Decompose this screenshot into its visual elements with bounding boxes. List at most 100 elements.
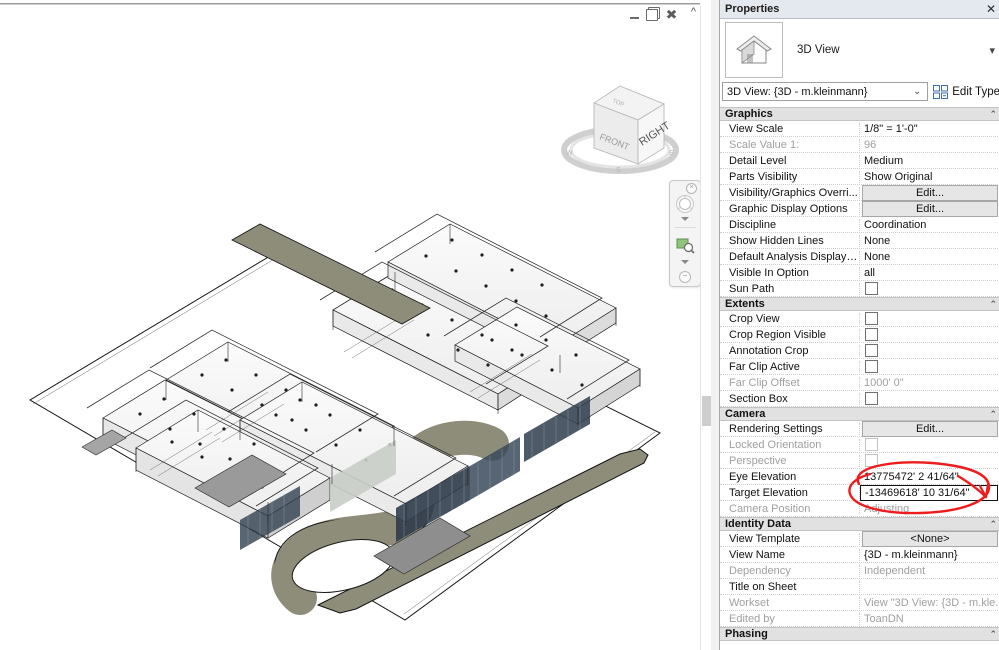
section-header-extents[interactable]: Extents ⌃ <box>720 297 999 311</box>
property-value[interactable]: None <box>860 251 999 263</box>
section-header-graphics[interactable]: Graphics ⌃ <box>720 107 999 121</box>
property-edit-button[interactable]: <None> <box>862 530 998 547</box>
property-value[interactable]: 1/8" = 1'-0" <box>860 123 999 135</box>
property-value[interactable]: -13469618' 10 31/64" <box>860 484 998 501</box>
property-value[interactable] <box>860 343 999 358</box>
property-value[interactable]: ToanDN <box>860 613 999 625</box>
view-cube[interactable]: W E S FRONT RIGHT TOP <box>552 76 692 186</box>
property-row[interactable]: Visible In Option all <box>720 265 999 281</box>
property-checkbox[interactable] <box>865 327 878 341</box>
mdi-window-buttons[interactable]: ✖ <box>630 8 678 21</box>
navbar-collapse-icon[interactable]: − <box>679 271 691 283</box>
property-row[interactable]: Graphic Display Options Edit... <box>720 200 999 217</box>
zoom-region-icon[interactable] <box>676 237 695 254</box>
restore-icon[interactable] <box>646 8 658 21</box>
property-row[interactable]: Locked Orientation <box>720 437 999 453</box>
property-value[interactable]: None <box>860 235 999 247</box>
property-row[interactable]: Rendering Settings Edit... <box>720 420 999 437</box>
property-value[interactable]: {3D - m.kleinmann} <box>860 549 999 561</box>
property-edit-button[interactable]: Edit... <box>862 200 998 217</box>
edit-type-button[interactable]: Edit Type <box>933 84 999 99</box>
section-header-identity-data[interactable]: Identity Data ⌃ <box>720 517 999 531</box>
panel-close-icon[interactable]: ✕ <box>986 3 996 15</box>
property-row[interactable]: Detail Level Medium <box>720 153 999 169</box>
property-checkbox[interactable] <box>865 359 878 373</box>
property-checkbox[interactable] <box>865 281 878 295</box>
close-icon[interactable]: ✖ <box>664 8 678 21</box>
property-edit-button[interactable]: Edit... <box>862 420 998 437</box>
property-checkbox[interactable] <box>865 343 878 357</box>
property-value[interactable] <box>860 281 999 296</box>
property-value[interactable]: 13775472' 2 41/64" <box>860 471 999 483</box>
property-value[interactable] <box>860 453 999 468</box>
property-row[interactable]: Dependency Independent <box>720 563 999 579</box>
property-row[interactable]: Crop View <box>720 311 999 327</box>
property-value[interactable]: Independent <box>860 565 999 577</box>
property-row[interactable]: Parts Visibility Show Original <box>720 169 999 185</box>
property-value[interactable]: Edit... <box>860 200 999 217</box>
property-grid[interactable]: Graphics ⌃ View Scale 1/8" = 1'-0" Scale Val… <box>720 107 999 650</box>
property-value[interactable] <box>860 391 999 406</box>
property-edit-button[interactable]: Edit... <box>862 184 998 201</box>
steering-wheel-icon[interactable] <box>675 194 695 214</box>
property-value[interactable]: <None> <box>860 530 999 547</box>
property-value[interactable] <box>860 311 999 326</box>
property-row[interactable]: Discipline Coordination <box>720 217 999 233</box>
property-row[interactable]: Show Hidden Lines None <box>720 233 999 249</box>
property-value[interactable]: Edit... <box>860 420 999 437</box>
property-value[interactable]: Adjusting <box>860 503 999 515</box>
property-row[interactable]: Sun Path <box>720 281 999 297</box>
section-collapse-icon[interactable]: ⌃ <box>989 409 997 420</box>
section-collapse-icon[interactable]: ⌃ <box>989 519 997 530</box>
type-selector[interactable]: 3D View: {3D - m.kleinmann} ⌄ <box>722 82 929 101</box>
navigation-bar[interactable]: × − <box>669 180 700 287</box>
type-more-icon[interactable]: ▾ <box>989 44 998 57</box>
property-value[interactable] <box>860 359 999 374</box>
property-row[interactable]: Workset View "3D View: {3D - m.kle... <box>720 595 999 611</box>
property-value[interactable] <box>860 327 999 342</box>
zoom-dropdown-icon[interactable] <box>681 260 689 264</box>
property-row[interactable]: Title on Sheet <box>720 579 999 595</box>
property-value[interactable]: all <box>860 267 999 279</box>
property-checkbox[interactable] <box>865 437 878 451</box>
property-value[interactable] <box>860 437 999 452</box>
section-collapse-icon[interactable]: ⌃ <box>989 109 997 120</box>
property-value[interactable]: Medium <box>860 155 999 167</box>
property-row[interactable]: View Name {3D - m.kleinmann} <box>720 547 999 563</box>
property-row[interactable]: Default Analysis Display S... None <box>720 249 999 265</box>
section-collapse-icon[interactable]: ⌃ <box>989 629 997 640</box>
property-row[interactable]: Target Elevation -13469618' 10 31/64" <box>720 484 999 501</box>
chevron-down-icon[interactable]: ⌄ <box>907 86 927 97</box>
property-row[interactable]: Eye Elevation 13775472' 2 41/64" <box>720 469 999 485</box>
property-value[interactable]: 1000' 0" <box>860 377 999 389</box>
property-value[interactable]: View "3D View: {3D - m.kle... <box>860 597 999 609</box>
scrollbar-thumb[interactable] <box>702 396 711 426</box>
property-row[interactable]: Camera Position Adjusting <box>720 501 999 517</box>
section-header-camera[interactable]: Camera ⌃ <box>720 407 999 421</box>
property-row[interactable]: Perspective <box>720 453 999 469</box>
property-row[interactable]: Scale Value 1: 96 <box>720 137 999 153</box>
chevron-up-icon[interactable]: ^ <box>691 6 696 18</box>
drawing-canvas[interactable]: ✖ ^ W E S FRONT RIGHT TOP × − <box>0 0 700 650</box>
property-row[interactable]: View Scale 1/8" = 1'-0" <box>720 121 999 137</box>
property-row[interactable]: Far Clip Active <box>720 359 999 375</box>
property-row[interactable]: Crop Region Visible <box>720 327 999 343</box>
property-row[interactable]: Section Box <box>720 391 999 407</box>
property-checkbox[interactable] <box>865 311 878 325</box>
property-row[interactable]: Edited by ToanDN <box>720 611 999 627</box>
property-checkbox[interactable] <box>865 453 878 467</box>
property-checkbox[interactable] <box>865 391 878 405</box>
minimize-icon[interactable] <box>630 11 639 19</box>
property-row[interactable]: Far Clip Offset 1000' 0" <box>720 375 999 391</box>
property-row[interactable]: View Template <None> <box>720 530 999 547</box>
property-row[interactable]: Annotation Crop <box>720 343 999 359</box>
property-value[interactable]: Edit... <box>860 184 999 201</box>
property-value[interactable]: Show Original <box>860 171 999 183</box>
section-header-phasing[interactable]: Phasing ⌃ <box>720 627 999 641</box>
navbar-close-icon[interactable]: × <box>686 183 697 194</box>
property-value[interactable]: 96 <box>860 139 999 151</box>
property-row[interactable]: Visibility/Graphics Overri... Edit... <box>720 184 999 201</box>
section-collapse-icon[interactable]: ⌃ <box>989 299 997 310</box>
property-value[interactable]: Coordination <box>860 219 999 231</box>
steering-wheel-dropdown-icon[interactable] <box>681 217 689 221</box>
